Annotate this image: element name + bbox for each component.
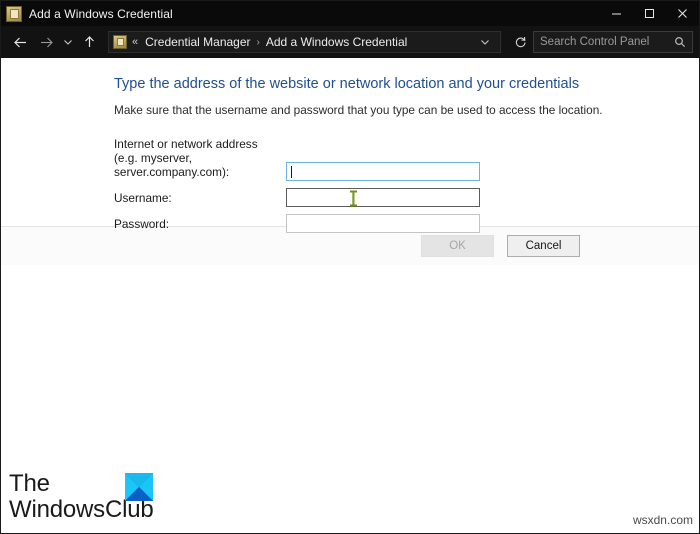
lower-page-area: The WindowsClub wsxdn.com [1,265,699,533]
windowsclub-logo-icon [125,473,153,501]
breadcrumb-item-add-a-windows-credential[interactable]: Add a Windows Credential [266,35,407,49]
address-input[interactable] [287,164,479,182]
maximize-icon[interactable] [633,1,666,26]
recent-locations-chevron-down-icon[interactable] [59,29,76,55]
username-label: Username: [114,191,286,207]
search-input[interactable] [540,36,674,48]
password-field[interactable] [286,214,480,234]
ok-button[interactable]: OK [421,235,494,257]
logo-text-line2: WindowsClub [9,496,154,523]
close-icon[interactable] [666,1,699,26]
back-arrow-icon[interactable] [7,29,33,55]
site-watermark: wsxdn.com [632,513,693,527]
username-label-line1: Username: [114,191,172,205]
search-box[interactable] [533,31,693,53]
breadcrumb[interactable]: « Credential Manager › Add a Windows Cre… [108,31,501,53]
text-caret [291,166,292,178]
password-label: Password: [114,217,286,233]
page-title: Type the address of the website or netwo… [114,76,580,92]
title-bar: Add a Windows Credential [1,1,699,26]
breadcrumb-overflow[interactable]: « [132,36,138,48]
address-label-line2: (e.g. myserver, server.company.com): [114,151,230,179]
username-field[interactable] [286,188,480,208]
form-content-area: Type the address of the website or netwo… [1,58,699,234]
window-controls [600,1,699,26]
cancel-button[interactable]: Cancel [507,235,580,257]
breadcrumb-item-credential-manager[interactable]: Credential Manager [145,35,250,49]
password-input[interactable] [287,216,479,234]
search-icon [674,36,686,48]
form-row-password: Password: [1,214,699,234]
windowsclub-logo: The WindowsClub [9,471,209,523]
username-input[interactable] [287,190,479,208]
password-label-line1: Password: [114,217,170,231]
forward-arrow-icon[interactable] [33,29,59,55]
form-row-username: Username: [1,188,699,208]
credential-icon [6,5,22,22]
form-row-address: Internet or network address (e.g. myserv… [1,137,699,182]
breadcrumb-chevron-down-icon[interactable] [474,32,496,52]
page-subtitle: Make sure that the username and password… [114,103,603,117]
add-windows-credential-window: Add a Windows Credential « Credential Ma… [0,0,700,534]
logo-text-line1: The [9,470,50,497]
address-label-line1: Internet or network address [114,137,258,151]
address-label: Internet or network address (e.g. myserv… [114,137,286,181]
up-arrow-icon[interactable] [76,29,102,55]
credential-icon [113,35,127,49]
minimize-icon[interactable] [600,1,633,26]
window-title: Add a Windows Credential [29,6,173,21]
navigation-bar: « Credential Manager › Add a Windows Cre… [1,26,699,58]
breadcrumb-separator: › [256,36,260,48]
address-field[interactable] [286,162,480,182]
refresh-icon[interactable] [507,29,533,55]
